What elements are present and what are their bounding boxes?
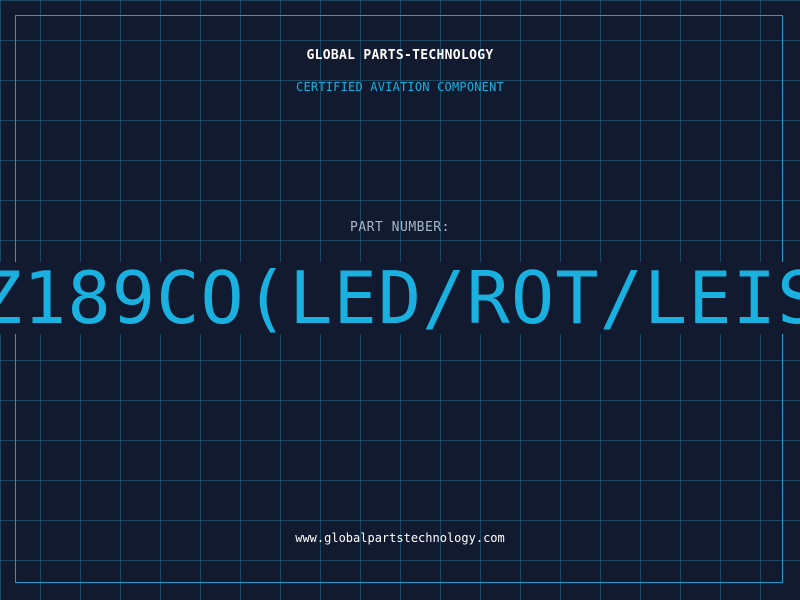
part-number-label: PART NUMBER: bbox=[350, 220, 450, 235]
tagline: CERTIFIED AVIATION COMPONENT bbox=[296, 80, 504, 94]
part-number-band: Z189CO(LED/ROT/LEIS bbox=[0, 262, 800, 334]
website-link[interactable]: www.globalpartstechnology.com bbox=[0, 531, 800, 545]
company-name: GLOBAL PARTS-TECHNOLOGY bbox=[306, 48, 494, 63]
part-number-value: Z189CO(LED/ROT/LEIS bbox=[0, 262, 800, 334]
